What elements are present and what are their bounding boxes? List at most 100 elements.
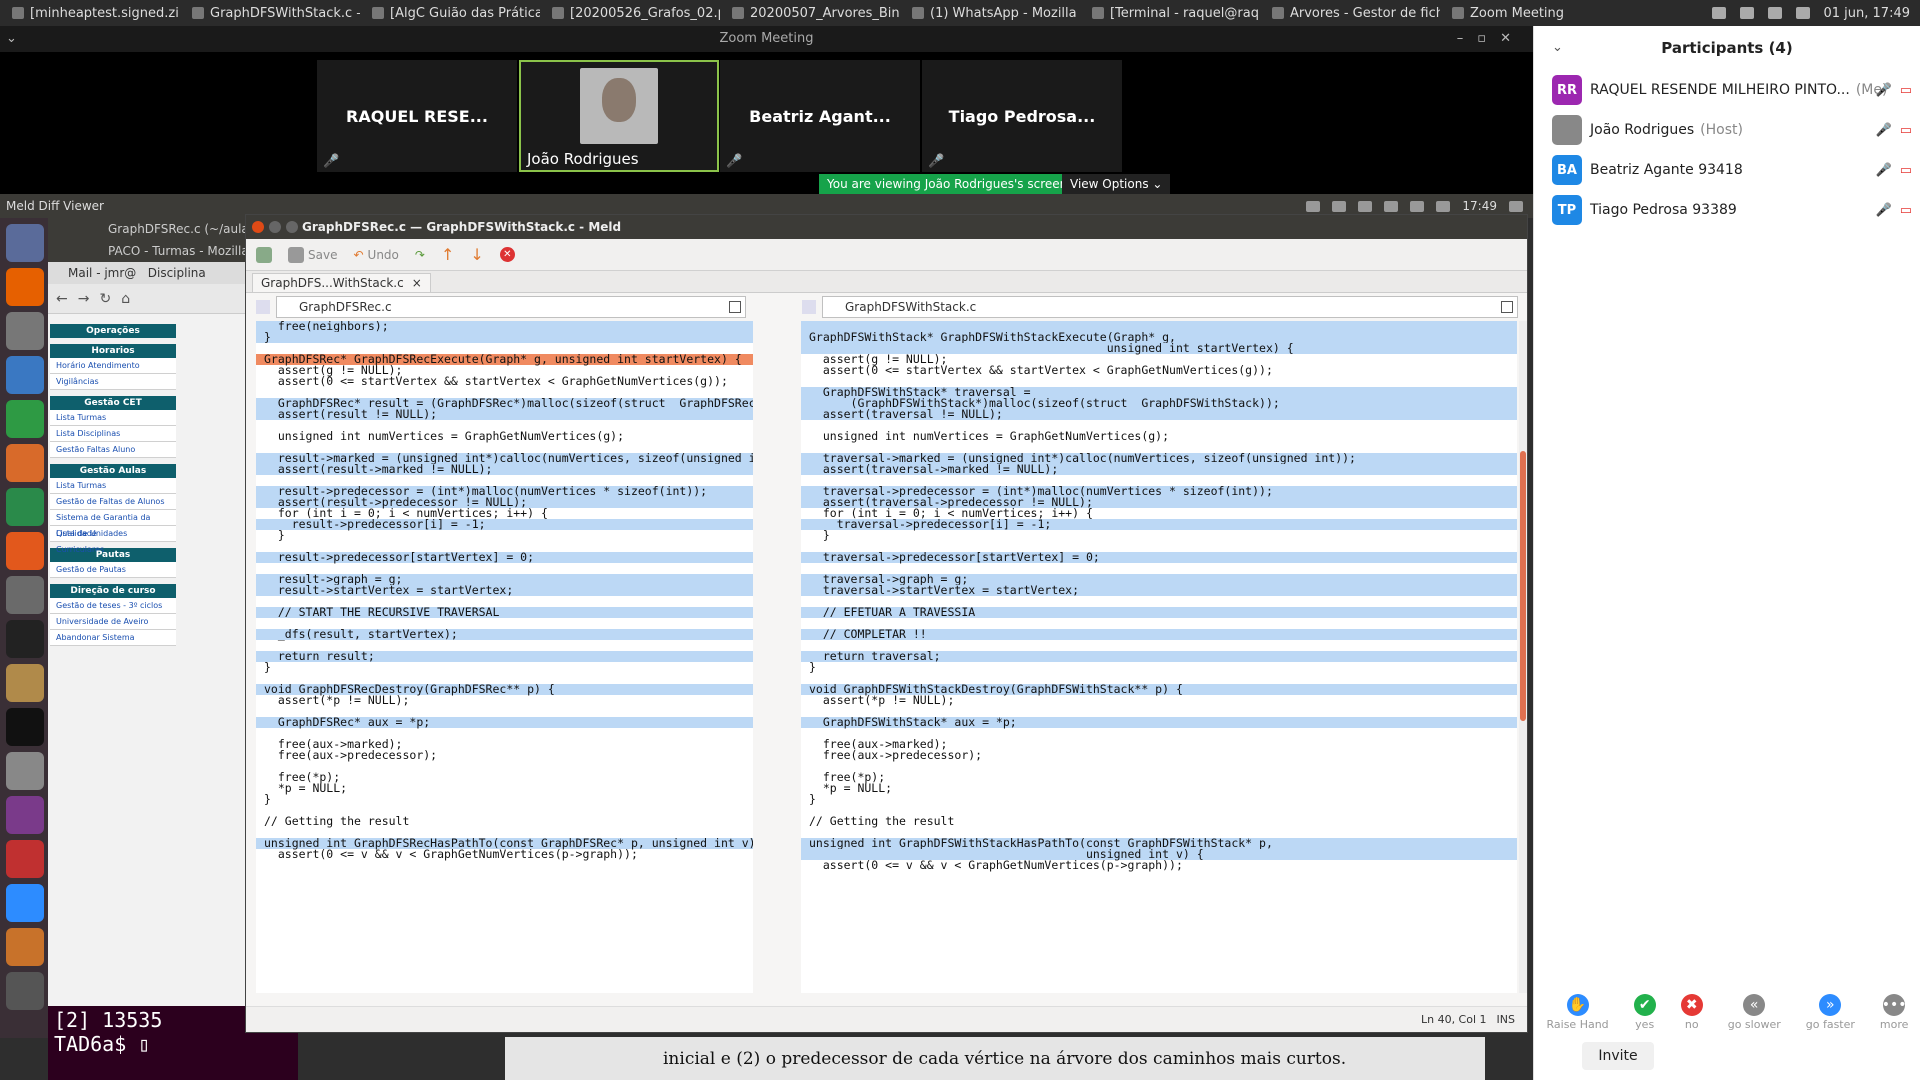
dash-icon xyxy=(6,224,44,262)
video-off-icon[interactable]: ▭ xyxy=(1900,163,1912,178)
right-diff-pane: GraphDFSWithStack* GraphDFSWithStackExec… xyxy=(801,321,1517,993)
back-icon: ← xyxy=(56,290,68,307)
zoom-titlebar: ⌄ Zoom Meeting –▫✕ xyxy=(0,26,1533,52)
code-line: assert(traversal->marked != NULL); xyxy=(801,463,1517,475)
reaction-go-faster[interactable]: » go faster xyxy=(1806,994,1855,1040)
bg-editor-title: GraphDFSRec.c (~/aula... xyxy=(48,218,248,240)
paco-section-header: Operações xyxy=(50,324,176,338)
participant-row[interactable]: João Rodrigues (Host) 🎤 ▭ xyxy=(1534,110,1920,150)
reaction-no[interactable]: ✖ no xyxy=(1680,994,1703,1040)
avatar: BA xyxy=(1552,155,1582,185)
shared-screen: Meld Diff Viewer 17:49 GraphDFSRec.c (~/… xyxy=(0,194,1533,1080)
scroll-thumb xyxy=(1520,451,1526,721)
code-line: free(aux->predecessor); xyxy=(264,748,438,762)
paco-link: Gestão de Pautas xyxy=(50,562,176,578)
impress-icon xyxy=(6,444,44,482)
code-line: } xyxy=(809,660,816,674)
taskbar-tab[interactable]: (1) WhatsApp - Mozilla Fi... xyxy=(900,0,1080,26)
video-tile-joao[interactable]: João Rodrigues xyxy=(519,60,719,172)
code-line: assert(result->marked != NULL); xyxy=(256,463,753,475)
firefox-icon xyxy=(6,268,44,306)
reaction-yes[interactable]: ✔ yes xyxy=(1633,994,1656,1040)
battery-icon[interactable] xyxy=(1767,7,1782,19)
tile-name: João Rodrigues xyxy=(527,150,639,168)
video-gallery: RAQUEL RESE... 🎤 João Rodrigues Beatriz … xyxy=(0,52,1533,194)
participant-name: RAQUEL RESENDE MILHEIRO PINTO... xyxy=(1590,82,1850,98)
chevron-down-icon[interactable]: ⌄ xyxy=(1552,26,1563,70)
reaction-raise-hand[interactable]: ✋ Raise Hand xyxy=(1547,994,1609,1040)
participant-row[interactable]: RR RAQUEL RESENDE MILHEIRO PINTO... (Me) 🎤 ▭ xyxy=(1534,70,1920,110)
video-tile-beatriz[interactable]: Beatriz Agant... 🎤 xyxy=(720,60,920,172)
reaction-go-slower[interactable]: « go slower xyxy=(1728,994,1781,1040)
window-icon xyxy=(732,7,744,19)
remote-app-title: Meld Diff Viewer xyxy=(6,199,104,213)
volume-icon xyxy=(1436,200,1451,212)
volume-icon[interactable] xyxy=(1795,7,1810,19)
right-file-bar: GraphDFSWithStack.c xyxy=(802,294,1518,320)
code-line: _dfs(result, startVertex); xyxy=(256,628,753,640)
taskbar-tab-label: (1) WhatsApp - Mozilla Fi... xyxy=(930,5,1080,21)
participant-name: João Rodrigues xyxy=(1590,122,1695,138)
taskbar-tab[interactable]: 20200507_Arvores_Bina... xyxy=(720,0,900,26)
browser-navbar: ← → ↻ ⌂ xyxy=(48,284,248,314)
taskbar-tab[interactable]: Zoom Meeting xyxy=(1440,0,1576,26)
terminal-icon xyxy=(6,620,44,658)
invite-button[interactable]: Invite xyxy=(1582,1042,1654,1070)
battery-icon xyxy=(1410,200,1425,212)
participant-role: (Host) xyxy=(1700,122,1743,138)
view-options-button[interactable]: View Options ⌄ xyxy=(1062,174,1171,194)
participant-row[interactable]: TP Tiago Pedrosa 93389 🎤 ▭ xyxy=(1534,190,1920,230)
taskbar-tab[interactable]: [Terminal - raquel@raqu... xyxy=(1080,0,1260,26)
paco-link: Lista Disciplinas xyxy=(50,426,176,442)
video-off-icon[interactable]: ▭ xyxy=(1900,83,1912,98)
meld-tabbar: GraphDFS...WithStack.c × xyxy=(246,271,1527,293)
code-line: assert(0 <= v && v < GraphGetNumVertices… xyxy=(809,858,1183,872)
reaction-label: go faster xyxy=(1805,1018,1855,1031)
meld-toolbar: Save ↶ Undo ↷ ↑ ↓ ✕ xyxy=(246,239,1527,271)
right-file-entry: GraphDFSWithStack.c xyxy=(822,296,1518,318)
paco-link: Sistema de Garantia da Qualidade xyxy=(50,510,176,538)
video-tile-raquel[interactable]: RAQUEL RESE... 🎤 xyxy=(317,60,517,172)
participants-title: Participants (4) xyxy=(1661,39,1793,57)
previous-change-button: ↑ xyxy=(441,245,454,264)
code-line: assert(*p != NULL); xyxy=(809,693,955,707)
taskbar-tab-label: Zoom Meeting xyxy=(1470,5,1565,21)
taskbar-tab[interactable]: [minheaptest.signed.zip] xyxy=(0,0,180,26)
participant-name: Beatriz Agante 93418 xyxy=(1590,162,1743,178)
taskbar-tab[interactable]: GraphDFSWithStack.c —... xyxy=(180,0,360,26)
window-controls[interactable]: –▫✕ xyxy=(1457,26,1525,52)
video-off-icon[interactable]: ▭ xyxy=(1900,203,1912,218)
minimize-icon xyxy=(269,221,281,233)
writer-icon xyxy=(6,356,44,394)
reaction-more[interactable]: ••• more xyxy=(1880,994,1908,1040)
stop-icon: ✕ xyxy=(499,247,515,262)
gear-icon xyxy=(1509,200,1523,212)
network-icon[interactable] xyxy=(1711,7,1726,19)
mic-muted-icon[interactable]: 🎤 xyxy=(1876,163,1892,178)
notifications-icon[interactable] xyxy=(1739,7,1754,19)
mic-muted-icon[interactable]: 🎤 xyxy=(1876,123,1892,138)
chevron-down-icon[interactable]: ⌄ xyxy=(6,26,17,52)
code-line: *p = NULL; xyxy=(809,781,893,795)
reload-icon: ↻ xyxy=(99,290,112,307)
video-tile-tiago[interactable]: Tiago Pedrosa... 🎤 xyxy=(922,60,1122,172)
code-line: assert(0 <= v && v < GraphGetNumVertices… xyxy=(264,847,638,861)
participant-row[interactable]: BA Beatriz Agante 93418 🎤 ▭ xyxy=(1534,150,1920,190)
trash-icon xyxy=(6,972,44,1010)
mic-muted-icon[interactable]: 🎤 xyxy=(1876,83,1892,98)
viewing-banner: You are viewing João Rodrigues's screen xyxy=(819,174,1076,194)
clock[interactable]: 01 jun, 17:49 xyxy=(1824,6,1911,21)
code-line: } xyxy=(809,792,816,806)
taskbar-tabs: [minheaptest.signed.zip] GraphDFSWithStac… xyxy=(0,0,1576,26)
paco-link: Lista Turmas xyxy=(50,478,176,494)
code-line: return result; xyxy=(256,650,753,662)
taskbar-tab[interactable]: [20200526_Grafos_02.p... xyxy=(540,0,720,26)
video-off-icon[interactable]: ▭ xyxy=(1900,123,1912,138)
mic-muted-icon[interactable]: 🎤 xyxy=(1876,203,1892,218)
taskbar-tab[interactable]: [AlgC Guião das Práticas... xyxy=(360,0,540,26)
taskbar-tab[interactable]: Arvores - Gestor de fich... xyxy=(1260,0,1440,26)
code-line: GraphDFSWithStack* aux = *p; xyxy=(801,716,1517,728)
participants-list: RR RAQUEL RESENDE MILHEIRO PINTO... (Me) 🎤 ▭… xyxy=(1534,70,1920,230)
reaction-icon: » xyxy=(1819,994,1842,1016)
